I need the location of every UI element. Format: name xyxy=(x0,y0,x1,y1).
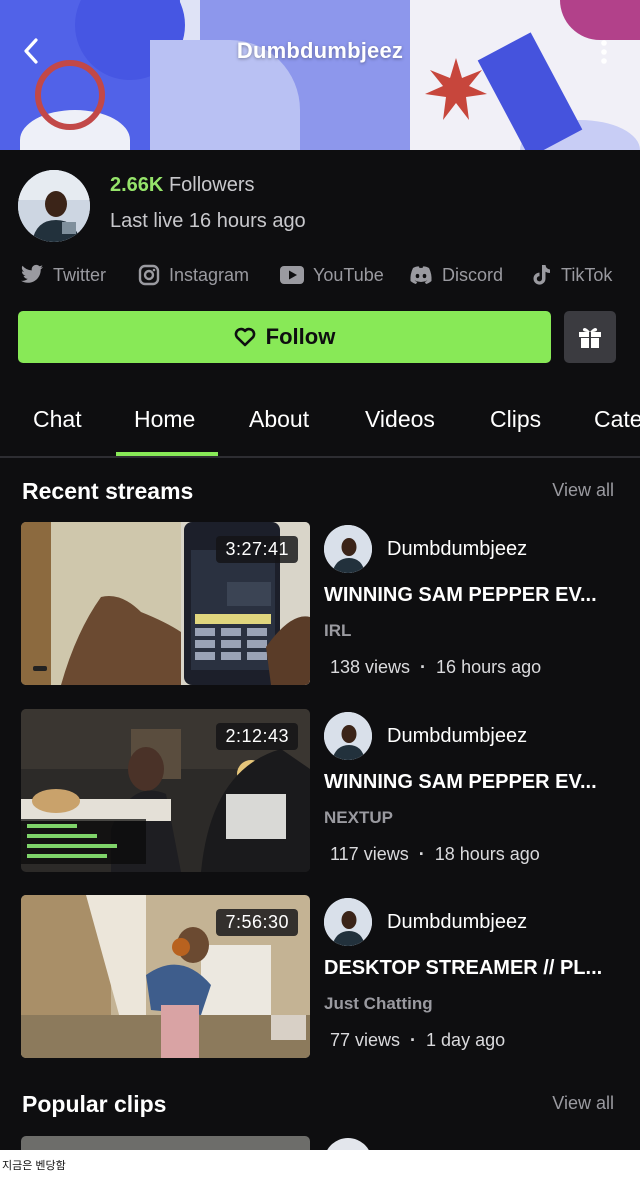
recent-streams-heading: Recent streams xyxy=(22,478,194,504)
youtube-icon xyxy=(280,266,304,284)
stream-channel-avatar[interactable] xyxy=(324,898,372,946)
popular-clips-view-all[interactable]: View all xyxy=(552,1093,614,1114)
follow-label: Follow xyxy=(265,324,336,349)
social-label: YouTube xyxy=(313,264,384,285)
tab-home[interactable]: Home xyxy=(134,406,195,433)
social-link-youtube[interactable]: YouTube xyxy=(280,262,384,288)
social-link-discord[interactable]: Discord xyxy=(409,262,503,288)
recent-streams-view-all[interactable]: View all xyxy=(552,480,614,501)
stream-age: 1 day ago xyxy=(426,1030,506,1050)
gift-icon xyxy=(579,328,601,348)
stream-thumbnail[interactable]: 3:27:41 xyxy=(21,522,310,685)
stream-channel-name: Dumbdumbjeez xyxy=(387,725,528,747)
stream-category[interactable]: IRL xyxy=(324,621,351,641)
stream-duration: 3:27:41 xyxy=(216,536,298,563)
stream-duration: 2:12:43 xyxy=(216,723,298,750)
stream-thumbnail[interactable]: 7:56:30 xyxy=(21,895,310,1058)
social-label: Instagram xyxy=(169,264,250,285)
stream-views: 117 views xyxy=(330,844,409,864)
stream-title[interactable]: WINNING SAM PEPPER EV... xyxy=(324,584,624,607)
stream-meta: 117 views · 18 hours ago xyxy=(330,844,540,865)
tab-about[interactable]: About xyxy=(249,406,309,433)
stream-channel-name: Dumbdumbjeez xyxy=(387,538,528,560)
social-link-instagram[interactable]: Instagram xyxy=(138,262,249,288)
last-live-text: Last live 16 hours ago xyxy=(110,210,306,232)
instagram-icon xyxy=(138,264,160,286)
discord-icon xyxy=(410,266,432,284)
social-link-twitter[interactable]: Twitter xyxy=(20,262,106,288)
top-bar: Dumbdumbjeez xyxy=(0,0,640,104)
stream-card[interactable]: 2:12:43 Dumbdumbjeez WINNING SAM PEPPER … xyxy=(0,709,640,872)
stream-channel-avatar[interactable] xyxy=(324,525,372,573)
stream-meta: 138 views · 16 hours ago xyxy=(330,657,541,678)
stream-duration: 7:56:30 xyxy=(216,909,298,936)
stream-title[interactable]: WINNING SAM PEPPER EV... xyxy=(324,771,624,794)
clip-channel-avatar[interactable] xyxy=(324,1138,372,1150)
channel-title: Dumbdumbjeez xyxy=(236,38,404,63)
app-screen: Dumbdumbjeez 2.66K Followers Last live 1… xyxy=(0,0,640,1150)
person-avatar-image xyxy=(324,712,372,760)
person-avatar-image xyxy=(324,898,372,946)
tiktok-icon xyxy=(533,265,550,285)
person-avatar-image xyxy=(18,170,90,242)
more-options-button[interactable] xyxy=(596,38,612,66)
stream-views: 77 views xyxy=(330,1030,401,1050)
follow-button[interactable]: Follow xyxy=(18,311,551,363)
caption-text: 지금은 벤당함 xyxy=(2,1160,66,1172)
tab-videos[interactable]: Videos xyxy=(365,406,435,433)
tab-chat[interactable]: Chat xyxy=(33,406,82,433)
stream-category[interactable]: NEXTUP xyxy=(324,808,393,828)
stream-views: 138 views xyxy=(330,657,411,677)
social-label: TikTok xyxy=(561,264,613,285)
active-tab-indicator xyxy=(116,452,218,456)
more-vertical-icon xyxy=(601,40,607,64)
stream-thumbnail[interactable]: 2:12:43 xyxy=(21,709,310,872)
stream-card[interactable]: 7:56:30 Dumbdumbjeez DESKTOP STREAMER //… xyxy=(0,895,640,1058)
stream-age: 16 hours ago xyxy=(436,657,542,677)
stream-channel-avatar[interactable] xyxy=(324,712,372,760)
separator-dot: · xyxy=(418,844,425,864)
stream-card[interactable]: 3:27:41 Dumbdumbjeez WINNING SAM PEPPER … xyxy=(0,522,640,685)
stream-meta: 77 views · 1 day ago xyxy=(330,1030,505,1051)
social-label: Twitter xyxy=(53,264,107,285)
followers-text: 2.66K Followers xyxy=(110,174,255,197)
clip-thumbnail[interactable] xyxy=(21,1136,310,1150)
channel-tabs: Chat Home About Videos Clips Categories xyxy=(0,390,640,458)
separator-dot: · xyxy=(410,1030,417,1050)
popular-clips-heading: Popular clips xyxy=(22,1091,167,1117)
heart-icon xyxy=(234,327,256,347)
social-label: Discord xyxy=(442,264,504,285)
followers-label: Followers xyxy=(168,174,255,196)
stream-age: 18 hours ago xyxy=(434,844,540,864)
person-avatar-image xyxy=(324,525,372,573)
stream-category[interactable]: Just Chatting xyxy=(324,994,433,1014)
tab-clips[interactable]: Clips xyxy=(490,406,541,433)
profile-banner: Dumbdumbjeez xyxy=(0,0,640,150)
stream-title[interactable]: DESKTOP STREAMER // PL... xyxy=(324,957,624,980)
tab-categories[interactable]: Categories xyxy=(594,406,640,433)
followers-count: 2.66K xyxy=(110,174,164,196)
separator-dot: · xyxy=(420,657,427,677)
stream-channel-name: Dumbdumbjeez xyxy=(387,911,528,933)
channel-avatar[interactable] xyxy=(18,170,90,242)
twitter-icon xyxy=(21,264,43,283)
social-link-tiktok[interactable]: TikTok xyxy=(532,262,612,288)
gift-sub-button[interactable] xyxy=(564,311,616,363)
